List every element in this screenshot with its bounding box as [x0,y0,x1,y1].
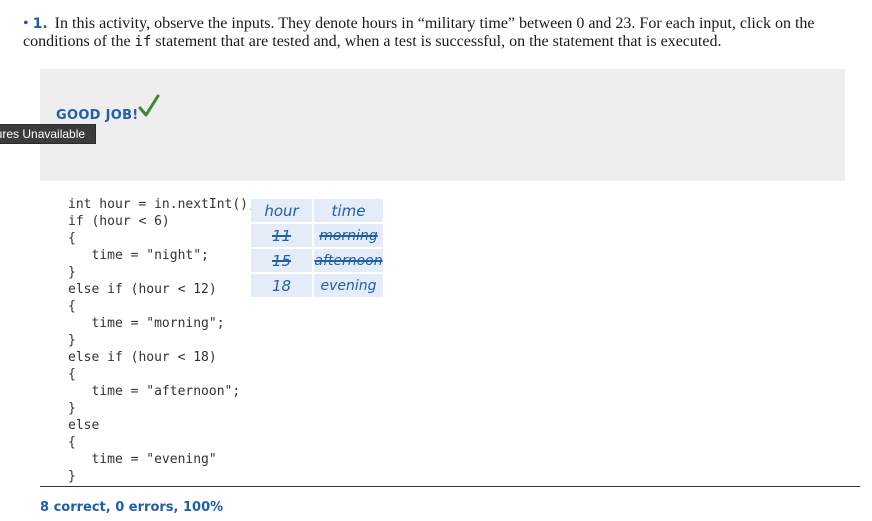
trace-cell-hour: 15 [251,249,312,272]
trace-cell-hour: 11 [251,224,312,247]
question-text: • 1. In this activity, observe the input… [23,15,853,51]
code-line-brace: } [68,401,76,416]
figures-unavailable-badge: gures Unavailable [0,124,97,144]
question-text-part2: statement that are tested and, when a te… [155,33,722,50]
good-job-message: GOOD JOB! [56,108,139,123]
code-line-brace: { [68,435,76,450]
code-line-else: else [68,418,100,433]
question-number: 1. [32,16,48,32]
code-line-brace: { [68,299,76,314]
trace-cell-time: afternoon [314,249,383,272]
code-line-assign-evening[interactable]: time = "evening" [68,451,256,468]
trace-cell-time: morning [314,224,383,247]
code-line-assign-afternoon[interactable]: time = "afternoon"; [68,383,256,400]
trace-cell-hour: 18 [251,274,312,297]
code-line-assign-morning[interactable]: time = "morning"; [68,315,256,332]
code-line-brace: { [68,367,76,382]
divider [40,486,860,487]
checkmark-icon [138,94,160,117]
code-line-condition-3[interactable]: else if (hour < 18) [68,349,256,366]
trace-header-hour: hour [251,199,312,222]
trace-cell-time: evening [314,274,383,297]
trace-table: hour time 11 morning 15 afternoon 18 eve… [249,197,385,299]
trace-header-time: time [314,199,383,222]
question-bullet: • [23,15,29,32]
question-code-word: if [134,34,152,50]
trace-row: 18 evening [251,274,383,297]
code-line-condition-1[interactable]: if (hour < 6) [68,213,256,230]
code-line-condition-2[interactable]: else if (hour < 12) [68,281,256,298]
code-line-brace: { [68,231,76,246]
code-line-brace: } [68,333,76,348]
trace-row: 15 afternoon [251,249,383,272]
feedback-panel [40,69,845,181]
trace-row: 11 morning [251,224,383,247]
score-summary: 8 correct, 0 errors, 100% [40,500,224,515]
code-line-brace: } [68,265,76,280]
code-block: int hour = in.nextInt(); if (hour < 6){ t… [68,196,256,485]
code-line-brace: } [68,469,76,484]
code-line-declaration: int hour = in.nextInt(); [68,197,256,212]
code-line-assign-night[interactable]: time = "night"; [68,247,256,264]
